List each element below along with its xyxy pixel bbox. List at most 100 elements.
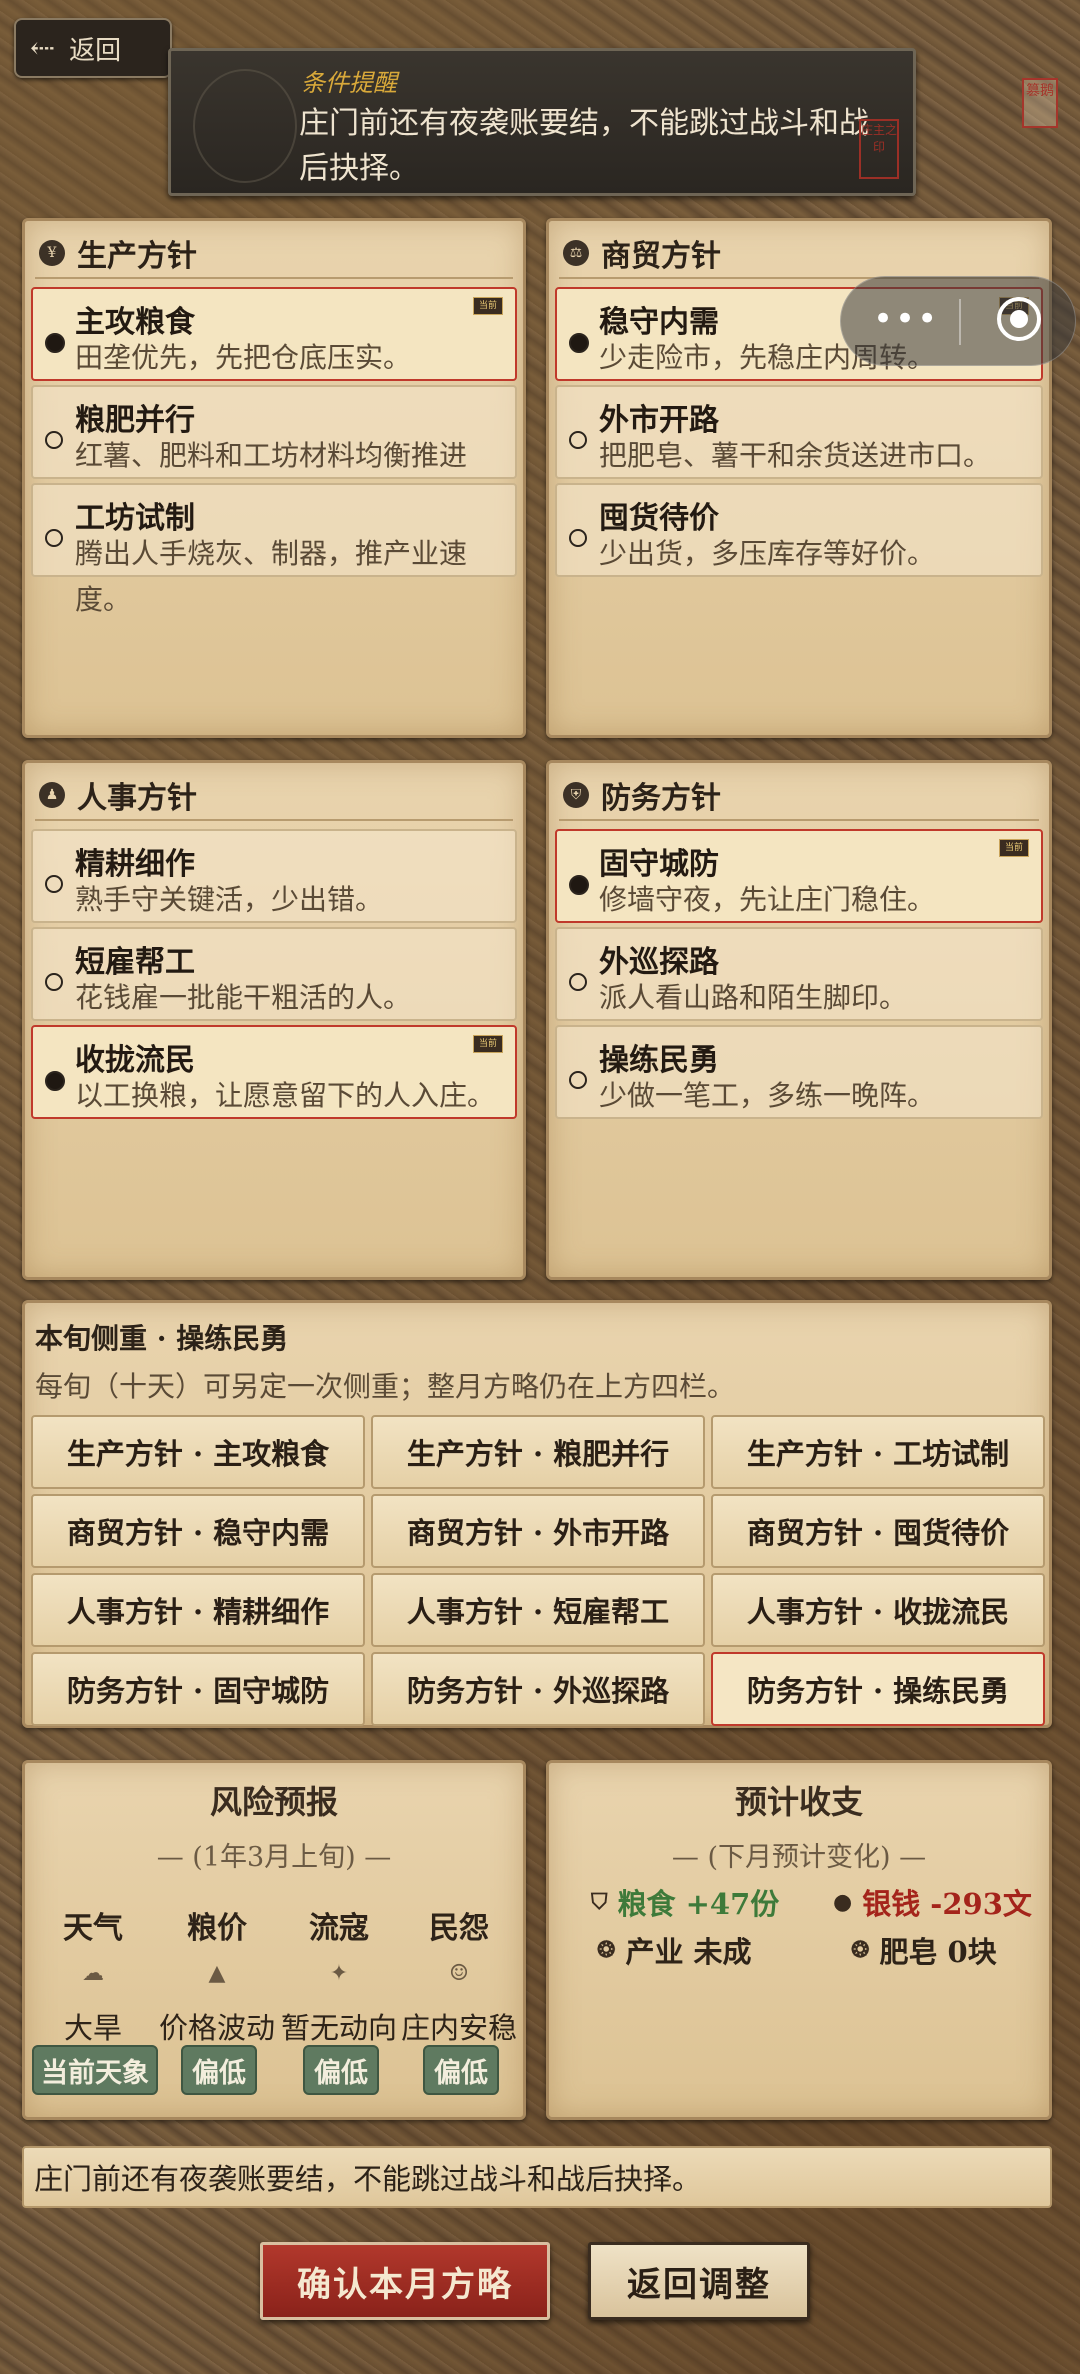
- policy-option[interactable]: 主攻粮食 田垄优先，先把仓底压实。 当前: [31, 287, 517, 381]
- face-icon: ☺: [449, 1961, 469, 1986]
- risk-column: 民怨 ☺ 庄内安稳: [398, 1903, 520, 2047]
- risk-column: 流寇 ✦ 暂无动向: [278, 1903, 400, 2047]
- focus-option-button[interactable]: 人事方针 · 精耕细作: [31, 1573, 365, 1647]
- personnel-policy-panel: ♟ 人事方针 精耕细作 熟手守关键活，少出错。 短雇帮工 花钱雇一批能干粗活的人。 收拢流民…: [22, 760, 526, 1280]
- target-close-icon[interactable]: [997, 297, 1041, 341]
- focus-option-button[interactable]: 人事方针 · 收拢流民: [711, 1573, 1045, 1647]
- policy-option[interactable]: 外市开路 把肥皂、薯干和余货送进市口。: [555, 385, 1043, 479]
- defense-policy-panel: ⛨ 防务方针 固守城防 修墙守夜，先让庄门稳住。 当前 外巡探路 派人看山路和陌生脚印。 操练…: [546, 760, 1052, 1280]
- current-badge: 当前: [473, 297, 503, 315]
- cloud-icon: ☁: [82, 1961, 104, 1986]
- notice-title: 条件提醒: [301, 69, 397, 97]
- risk-label: 流寇: [309, 1911, 369, 1946]
- risk-level-tag: 当前天象: [32, 2045, 158, 2095]
- option-description: 派人看山路和陌生脚印。: [599, 981, 908, 1014]
- option-description: 少出货，多压库存等好价。: [599, 537, 936, 570]
- option-description: 修墙守夜，先让庄门稳住。: [599, 883, 936, 916]
- panel-title: 商贸方针: [601, 239, 721, 274]
- soap-icon: ❂: [851, 1937, 870, 1963]
- risk-title: 风险预报: [209, 1783, 338, 1821]
- industry-icon: ❂: [597, 1937, 616, 1963]
- current-badge: 当前: [999, 839, 1029, 857]
- radio-unchecked-icon[interactable]: [45, 973, 63, 991]
- policy-option[interactable]: 固守城防 修墙守夜，先让庄门稳住。 当前: [555, 829, 1043, 923]
- radio-unchecked-icon[interactable]: [569, 529, 587, 547]
- miniprogram-capsule: •••: [840, 276, 1076, 366]
- focus-option-button[interactable]: 防务方针 · 操练民勇: [711, 1652, 1045, 1726]
- confirm-plan-button[interactable]: 确认本月方略: [260, 2242, 550, 2320]
- focus-option-button[interactable]: 人事方针 · 短雇帮工: [371, 1573, 705, 1647]
- helmet-icon: ⛨: [563, 782, 589, 808]
- radio-unchecked-icon[interactable]: [569, 1071, 587, 1089]
- radio-unchecked-icon[interactable]: [45, 431, 63, 449]
- back-label: 返回: [69, 35, 122, 66]
- risk-level-tag: 偏低: [423, 2045, 499, 2095]
- more-dots-icon[interactable]: •••: [873, 299, 939, 339]
- focus-panel: 本旬侧重 · 操练民勇 每旬（十天）可另定一次侧重；整月方略仍在上方四栏。 生产…: [22, 1300, 1052, 1728]
- policy-option[interactable]: 外巡探路 派人看山路和陌生脚印。: [555, 927, 1043, 1021]
- policy-option[interactable]: 工坊试制 腾出人手烧灰、制器，推产业速度。: [31, 483, 517, 616]
- radio-checked-icon[interactable]: [569, 333, 589, 353]
- soap-stock: ❂ 肥皂 0块: [851, 1929, 997, 1971]
- policy-option[interactable]: 短雇帮工 花钱雇一批能干粗活的人。: [31, 927, 517, 1021]
- risk-column: 天气 ☁ 大旱: [32, 1903, 154, 2047]
- risk-label: 民怨: [429, 1911, 489, 1946]
- budget-forecast-card: 预计收支 — (下月预计变化) — ⛉ 粮食 +47份 ● 银钱 -293文 ❂…: [546, 1760, 1052, 2120]
- focus-option-button[interactable]: 生产方针 · 粮肥并行: [371, 1415, 705, 1489]
- focus-option-button[interactable]: 防务方针 · 外巡探路: [371, 1652, 705, 1726]
- radio-unchecked-icon[interactable]: [45, 875, 63, 893]
- radio-checked-icon[interactable]: [45, 333, 65, 353]
- policy-option[interactable]: 粮肥并行 红薯、肥料和工坊材料均衡推进: [31, 385, 517, 479]
- focus-option-button[interactable]: 商贸方针 · 外市开路: [371, 1494, 705, 1568]
- risk-value: 价格波动: [158, 2011, 275, 2045]
- radio-checked-icon[interactable]: [569, 875, 589, 895]
- policy-option[interactable]: 操练民勇 少做一笔工，多练一晚阵。: [555, 1025, 1043, 1119]
- panel-title: 生产方针: [77, 239, 197, 274]
- policy-option[interactable]: 囤货待价 少出货，多压库存等好价。: [555, 483, 1043, 577]
- risk-label: 粮价: [187, 1911, 247, 1946]
- capsule-divider: [959, 299, 961, 345]
- focus-option-button[interactable]: 防务方针 · 固守城防: [31, 1652, 365, 1726]
- panel-header: ⚖ 商贸方针: [559, 229, 1039, 279]
- bandit-icon: ✦: [329, 1961, 349, 1986]
- notice-text: 庄门前还有夜袭账要结，不能跳过战斗和战后抉择。: [299, 106, 869, 186]
- radio-checked-icon[interactable]: [45, 1071, 65, 1091]
- back-button[interactable]: ⇠ 返回: [14, 18, 172, 78]
- budget-subtitle: — (下月预计变化) —: [671, 1842, 927, 1873]
- radio-unchecked-icon[interactable]: [45, 529, 63, 547]
- focus-subtitle: 每旬（十天）可另定一次侧重；整月方略仍在上方四栏。: [35, 1370, 736, 1403]
- focus-option-button[interactable]: 商贸方针 · 稳守内需: [31, 1494, 365, 1568]
- drop-icon: ●: [833, 1889, 853, 1915]
- radio-unchecked-icon[interactable]: [569, 431, 587, 449]
- industry-status: ❂ 产业 未成: [597, 1929, 752, 1971]
- focus-option-button[interactable]: 生产方针 · 主攻粮食: [31, 1415, 365, 1489]
- risk-forecast-card: 风险预报 — (1年3月上旬) — 天气 ☁ 大旱 当前天象 粮价 ▲ 价格波动 偏低 流寇 ✦ 暂…: [22, 1760, 526, 2120]
- option-description: 红薯、肥料和工坊材料均衡推进: [75, 439, 468, 472]
- option-description: 花钱雇一批能干粗活的人。: [75, 981, 412, 1014]
- risk-label: 天气: [63, 1911, 123, 1946]
- option-description: 以工换粮，让愿意留下的人入庄。: [75, 1079, 496, 1112]
- radio-unchecked-icon[interactable]: [569, 973, 587, 991]
- soap-label: 肥皂 0块: [879, 1935, 997, 1969]
- compass-disc-icon: [193, 69, 297, 183]
- risk-value: 大旱: [63, 2011, 122, 2045]
- policy-option[interactable]: 收拢流民 以工换粮，让愿意留下的人入庄。 当前: [31, 1025, 517, 1119]
- focus-title: 本旬侧重 · 操练民勇: [35, 1322, 289, 1355]
- panel-header: ⛨ 防务方针: [559, 771, 1039, 821]
- bottom-notice: 庄门前还有夜袭账要结，不能跳过战斗和战后抉择。: [22, 2146, 1052, 2208]
- panel-title: 防务方针: [601, 781, 721, 816]
- industry-label: 产业 未成: [625, 1935, 752, 1969]
- risk-level-tag: 偏低: [181, 2045, 257, 2095]
- grain-change-label: 粮食 +47份: [617, 1887, 780, 1921]
- coin-icon: ¥: [39, 240, 65, 266]
- risk-value: 庄内安稳: [400, 2011, 517, 2045]
- option-description: 熟手守关键活，少出错。: [75, 883, 384, 916]
- return-adjust-button[interactable]: 返回调整: [588, 2242, 810, 2320]
- focus-option-button[interactable]: 生产方针 · 工坊试制: [711, 1415, 1045, 1489]
- scale-icon: ⚖: [563, 240, 589, 266]
- grain-change: ⛉ 粮食 +47份: [591, 1881, 779, 1923]
- focus-option-button[interactable]: 商贸方针 · 囤货待价: [711, 1494, 1045, 1568]
- risk-level-tag: 偏低: [303, 2045, 379, 2095]
- policy-option[interactable]: 精耕细作 熟手守关键活，少出错。: [31, 829, 517, 923]
- current-badge: 当前: [473, 1035, 503, 1053]
